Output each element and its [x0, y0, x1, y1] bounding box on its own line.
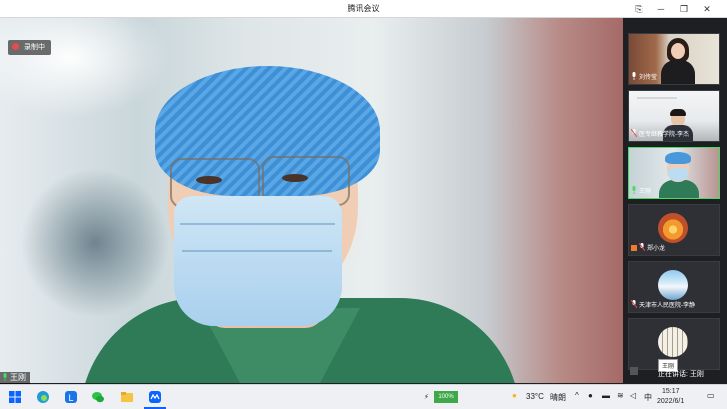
main-speaker-name: 王刚	[10, 373, 26, 382]
clock-date[interactable]: 2022/6/1	[657, 398, 684, 405]
edge-browser-icon[interactable]	[36, 390, 50, 404]
windows-start-icon[interactable]	[8, 390, 22, 404]
participant-name: 天津市人民医院-李静	[631, 300, 695, 310]
taskbar: L ⚡ 100% ● 33°C 晴朗 ^ ● ▬ ≋ ◁ 中 15:17 202…	[0, 384, 727, 409]
main-video-area: 录制中	[0, 18, 623, 383]
minimize-button[interactable]: ─	[654, 2, 668, 16]
file-explorer-icon[interactable]	[120, 390, 134, 404]
input-method[interactable]: 中	[644, 392, 652, 403]
notification-icon[interactable]: ▭	[707, 391, 715, 400]
lenovo-icon[interactable]: L	[64, 390, 78, 404]
chevron-up-icon[interactable]: ^	[575, 391, 579, 400]
volume-icon[interactable]: ◁	[630, 391, 636, 400]
restore-button[interactable]: ❐	[677, 2, 691, 16]
window-title: 腾讯会议	[347, 4, 380, 13]
charging-icon: ⚡	[424, 394, 429, 401]
participant-name: 郑小龙	[631, 243, 665, 253]
participant-name: 王刚	[631, 186, 651, 196]
weather[interactable]: 晴朗	[550, 392, 566, 403]
microphone-tray-icon[interactable]: ●	[588, 391, 593, 400]
face-mask	[174, 196, 342, 326]
pin-icon[interactable]: ⎘	[632, 2, 646, 16]
recording-indicator[interactable]: 录制中	[8, 40, 51, 55]
participant-tile[interactable]: 医专继教学院-李杰	[628, 90, 720, 142]
wifi-icon[interactable]: ≋	[617, 391, 624, 400]
recording-label: 录制中	[23, 44, 45, 51]
participant-tile[interactable]: 刘传莹	[628, 33, 720, 85]
speaker-video	[0, 18, 623, 383]
participant-sidebar[interactable]: 刘传莹 医专继教学院-李杰 王刚 郑小龙 天津市人民医院-李静	[623, 18, 727, 383]
user-icon	[631, 245, 637, 251]
avatar	[658, 213, 688, 243]
participant-name: 医专继教学院-李杰	[631, 129, 689, 139]
close-button[interactable]: ✕	[700, 2, 714, 16]
temperature[interactable]: 33°C	[526, 392, 544, 401]
title-bar: 腾讯会议 ⎘ ─ ❐ ✕	[0, 0, 727, 18]
participant-tile-active[interactable]: 王刚	[628, 147, 720, 199]
participant-name: 刘传莹	[631, 72, 657, 82]
speaker-icon	[630, 367, 638, 375]
microphone-muted-icon	[639, 243, 645, 251]
sun-icon: ●	[512, 391, 517, 400]
avatar	[658, 270, 688, 300]
main-speaker-name-tag: 王刚	[0, 372, 30, 384]
speaking-indicator: 正在讲话: 王刚	[628, 363, 724, 381]
battery-indicator[interactable]: 100%	[434, 391, 458, 403]
participant-tile[interactable]: 郑小龙	[628, 204, 720, 256]
participant-tile[interactable]: 天津市人民医院-李静	[628, 261, 720, 313]
microphone-icon	[3, 373, 7, 381]
tencent-meeting-icon[interactable]	[148, 390, 162, 404]
clock-time[interactable]: 15:17	[662, 388, 680, 395]
microphone-muted-icon	[631, 129, 637, 137]
record-dot-icon	[12, 43, 19, 50]
avatar	[658, 327, 688, 357]
wechat-icon[interactable]	[91, 390, 105, 404]
svg-text:L: L	[69, 393, 74, 403]
microphone-muted-icon	[631, 300, 637, 308]
microphone-icon	[632, 72, 636, 80]
tray-app-icon[interactable]: ▬	[602, 391, 610, 400]
microphone-icon	[632, 186, 636, 194]
